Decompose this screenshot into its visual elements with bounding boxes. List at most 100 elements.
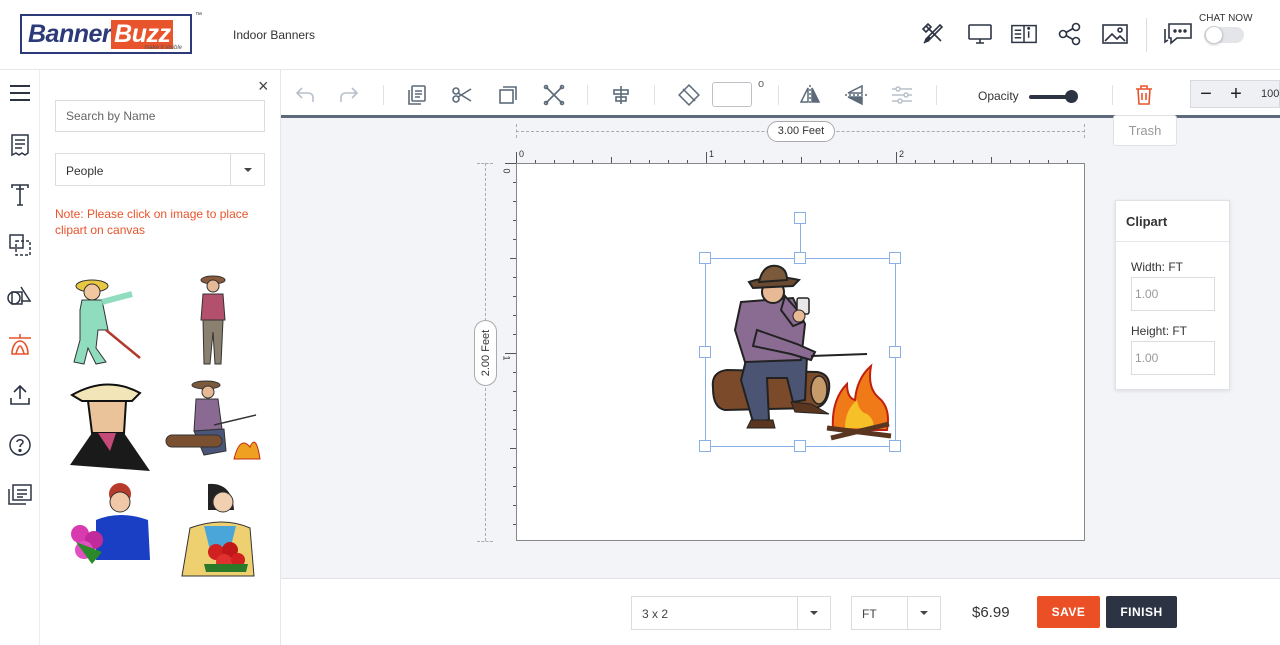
chevron-down-icon[interactable] (230, 154, 264, 185)
notes-icon[interactable] (0, 475, 40, 515)
resize-handle-bottom-left[interactable] (699, 440, 711, 452)
clipart-thumb-old-man-walking[interactable] (62, 270, 157, 370)
clipart-thumb-cowboy-campfire[interactable] (164, 375, 261, 475)
clipart-icon[interactable] (0, 325, 40, 365)
rotate-icon[interactable] (676, 82, 702, 108)
image-icon[interactable] (1101, 20, 1129, 48)
zoom-value: 100 (1261, 88, 1280, 100)
opacity-label: Opacity (978, 89, 1019, 103)
clipart-thumb-cowboy-standing[interactable] (168, 270, 263, 370)
product-title: Indoor Banners (233, 28, 316, 42)
shapes-icon[interactable] (0, 275, 40, 315)
price: $6.99 (972, 604, 1010, 621)
flip-horizontal-icon[interactable] (797, 82, 823, 108)
template-icon[interactable] (0, 125, 40, 165)
height-dimension-text: 2.00 Feet (479, 329, 492, 377)
height-field[interactable] (1131, 341, 1215, 375)
save-button[interactable]: SAVE (1037, 596, 1100, 628)
resize-handle-right[interactable] (889, 346, 901, 358)
menu-icon[interactable] (0, 73, 40, 113)
toolbar-divider (654, 85, 655, 105)
tool-rail (0, 70, 40, 645)
duplicate-icon[interactable] (495, 82, 521, 108)
clipart-thumb-woman-bouquet[interactable] (62, 480, 157, 580)
height-guide-end (477, 541, 493, 542)
chat-now-label: CHAT NOW (1199, 13, 1253, 24)
toolbar-divider (936, 85, 937, 105)
toolbar-divider (778, 85, 779, 105)
chevron-down-icon[interactable] (907, 597, 940, 629)
ruler-h-label: 0 (519, 149, 525, 159)
resize-handle-top-right[interactable] (889, 252, 901, 264)
opacity-slider-handle[interactable] (1065, 90, 1078, 103)
help-icon[interactable] (0, 425, 40, 465)
height-guide-start (477, 163, 493, 164)
resize-handle-bottom[interactable] (794, 440, 806, 452)
delete-element-icon[interactable] (541, 82, 567, 108)
resize-handle-top-left[interactable] (699, 252, 711, 264)
zoom-control: − + 100 (1190, 80, 1280, 108)
toolbar-divider (587, 85, 588, 105)
adjust-sliders-icon[interactable] (889, 82, 915, 108)
upload-icon[interactable] (0, 375, 40, 415)
ruler-v-label: 0 (501, 168, 512, 174)
undo-icon[interactable] (292, 82, 318, 108)
finish-button[interactable]: FINISH (1106, 596, 1177, 628)
height-label: Height: FT (1131, 324, 1188, 338)
unit-select[interactable]: FT (851, 596, 941, 630)
header-divider (1146, 18, 1147, 52)
selection-box (705, 258, 896, 447)
resize-handle-left[interactable] (699, 346, 711, 358)
width-label: Width: FT (1131, 260, 1184, 274)
resize-handle-top[interactable] (794, 252, 806, 264)
search-input[interactable] (55, 100, 265, 132)
flip-vertical-icon[interactable] (843, 82, 869, 108)
bannerbuzz-logo[interactable]: Banner Buzz make it visible (20, 14, 192, 54)
chevron-down-icon[interactable] (797, 597, 830, 629)
redo-icon[interactable] (336, 82, 362, 108)
ruler-h-label: 1 (709, 149, 715, 159)
top-header: Banner Buzz make it visible ™ Indoor Bann… (0, 0, 1280, 70)
width-dimension-label: 3.00 Feet (767, 121, 835, 142)
ruler-h-label: 2 (899, 149, 905, 159)
category-select[interactable]: People (55, 153, 265, 186)
cut-icon[interactable] (449, 82, 475, 108)
share-icon[interactable] (1056, 20, 1084, 48)
background-icon[interactable] (0, 225, 40, 265)
zoom-out-button[interactable]: − (1195, 84, 1217, 106)
trash-icon[interactable] (1131, 82, 1157, 108)
clipart-properties-panel: Clipart Width: FT Height: FT (1115, 200, 1230, 390)
clipart-thumb-woman-roses[interactable] (168, 480, 263, 580)
guide-icon[interactable] (1010, 20, 1038, 48)
chat-toggle[interactable] (1204, 26, 1244, 44)
clipart-panel: × People Note: Please click on image to … (40, 70, 281, 645)
preview-icon[interactable] (966, 20, 994, 48)
close-icon[interactable]: × (258, 76, 269, 96)
height-dimension-label: 2.00 Feet (474, 320, 497, 386)
chat-icon[interactable] (1162, 20, 1196, 48)
zoom-in-button[interactable]: + (1225, 84, 1247, 106)
trash-tooltip: Trash (1113, 115, 1177, 146)
clipart-thumb-cowboy-portrait[interactable] (62, 375, 157, 475)
text-icon[interactable] (0, 175, 40, 215)
vertical-ruler: 0 1 (500, 163, 517, 541)
copy-icon[interactable] (404, 82, 430, 108)
design-tools-icon[interactable] (919, 20, 947, 48)
unit-value: FT (862, 607, 877, 621)
chat-toggle-knob (1205, 26, 1223, 44)
bottom-bar: 3 x 2 FT $6.99 SAVE FINISH (281, 578, 1280, 645)
ruler-v-label: 1 (501, 355, 512, 361)
width-field[interactable] (1131, 277, 1215, 311)
rotation-input[interactable] (712, 82, 752, 107)
size-value: 3 x 2 (642, 607, 669, 621)
rotation-handle[interactable] (794, 212, 806, 224)
trademark-mark: ™ (195, 12, 202, 19)
toolbar-divider (1112, 85, 1113, 105)
size-select[interactable]: 3 x 2 (631, 596, 831, 630)
properties-title: Clipart (1116, 201, 1229, 242)
edit-toolbar: o Opacity − + 100 (281, 70, 1280, 118)
align-center-icon[interactable] (608, 82, 634, 108)
logo-word-banner: Banner (28, 19, 112, 48)
placement-note: Note: Please click on image to place cli… (55, 207, 249, 237)
resize-handle-bottom-right[interactable] (889, 440, 901, 452)
